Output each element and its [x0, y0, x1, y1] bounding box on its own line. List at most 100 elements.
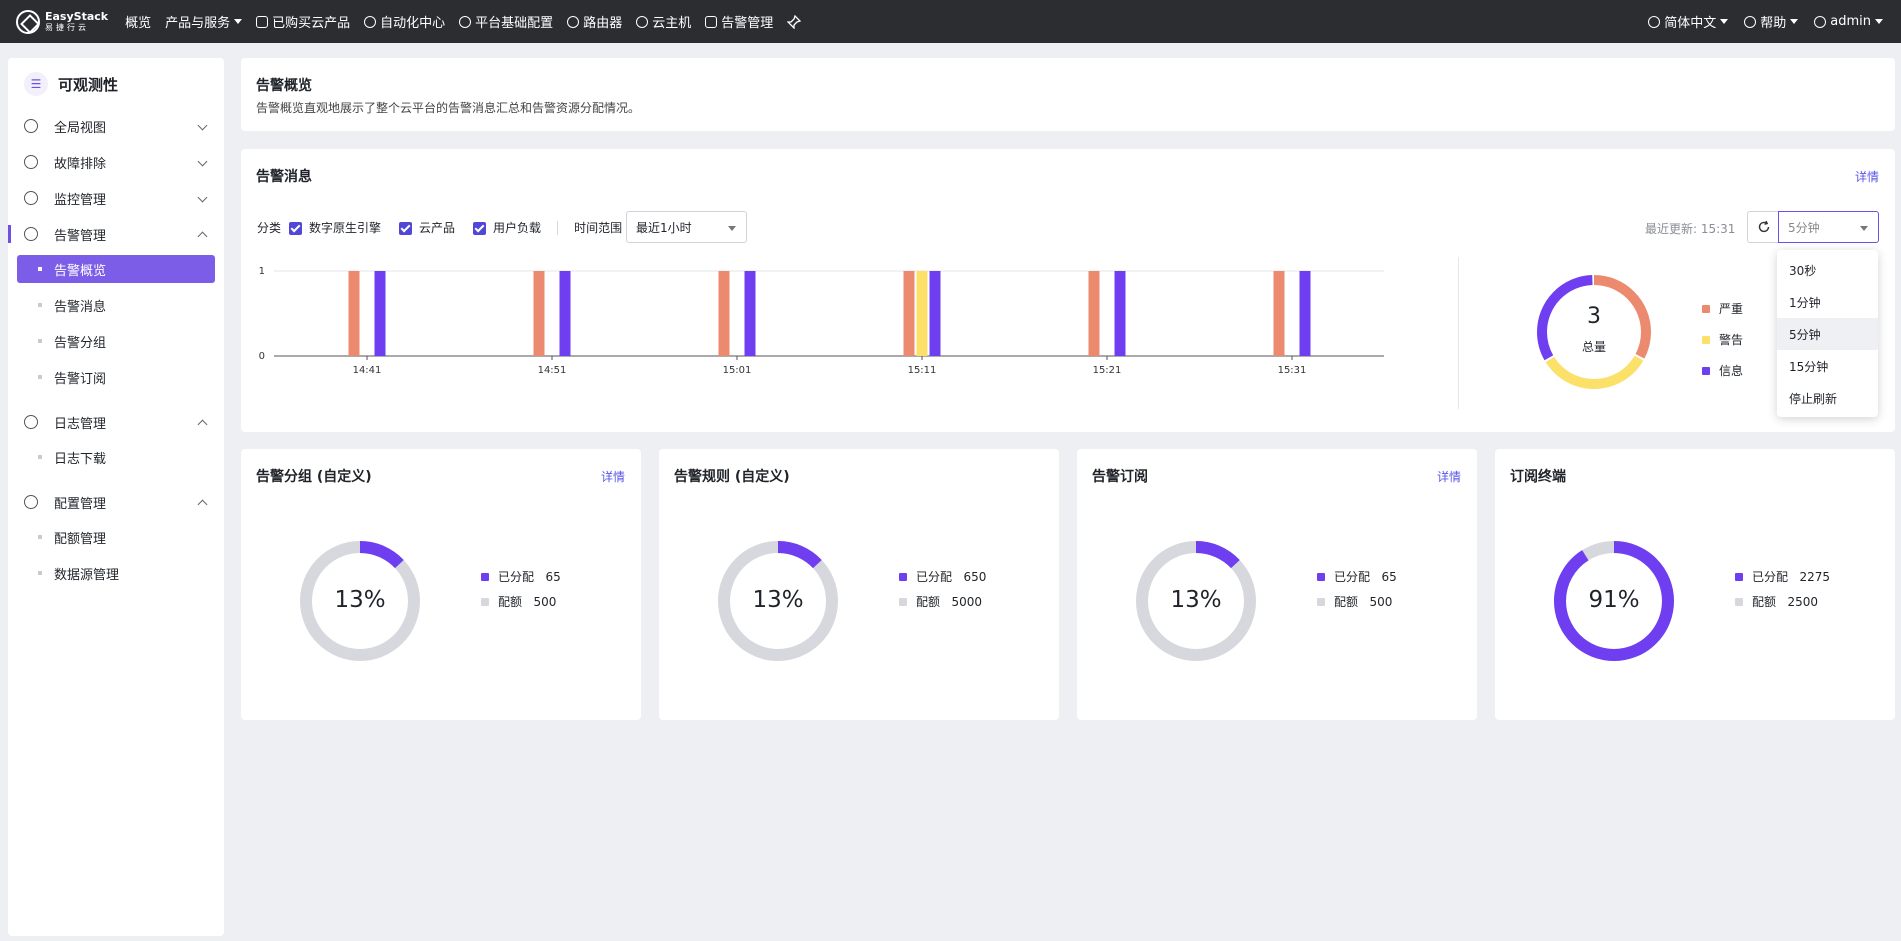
- sidebar-title: ☰ 可观测性: [24, 72, 118, 96]
- quota-card-subscription-endpoints: 订阅终端 91% 已分配 2275 配额 2500: [1495, 449, 1895, 720]
- sidebar-item-alert-overview[interactable]: 告警概览: [17, 255, 215, 283]
- nav-products-services[interactable]: 产品与服务: [165, 12, 243, 31]
- nav-cloud-host[interactable]: 云主机: [636, 12, 691, 31]
- checkbox-user-load[interactable]: 用户负载: [473, 219, 541, 236]
- bar-15:21-严重[interactable]: [1088, 271, 1100, 356]
- quota-card-title: 告警分组 (自定义): [256, 469, 372, 485]
- legend-warning: 警告: [1702, 325, 1743, 356]
- bar-15:01-信息[interactable]: [744, 271, 756, 356]
- refresh-option-5m[interactable]: 5分钟: [1777, 318, 1878, 350]
- bar-15:01-严重[interactable]: [718, 271, 730, 356]
- bar-15:31-信息[interactable]: [1299, 271, 1311, 356]
- legend-quota: 配额 500: [481, 590, 561, 615]
- refresh-icon: [1758, 220, 1769, 233]
- menu-collapse-icon[interactable]: ☰: [24, 72, 48, 96]
- quota-card-title: 订阅终端: [1510, 469, 1566, 485]
- bar-15:31-严重[interactable]: [1273, 271, 1285, 356]
- page-description: 告警概览直观地展示了整个云平台的告警消息汇总和告警资源分配情况。: [256, 101, 641, 115]
- nav-overview[interactable]: 概览: [125, 12, 151, 31]
- checkbox-digital-engine[interactable]: 数字原生引擎: [289, 219, 381, 236]
- sidebar-item-alert-messages[interactable]: 告警消息: [17, 291, 215, 319]
- quota-percent: 13%: [752, 587, 804, 613]
- quota-card-title: 告警规则 (自定义): [674, 469, 790, 485]
- legend-quota: 配额 2500: [1735, 590, 1830, 615]
- refresh-option-15m[interactable]: 15分钟: [1777, 350, 1878, 382]
- refresh-option-1m[interactable]: 1分钟: [1777, 286, 1878, 318]
- nav-purchased-products[interactable]: 已购买云产品: [256, 12, 350, 31]
- language-selector[interactable]: 简体中文: [1648, 12, 1729, 31]
- quota-percent: 13%: [1170, 587, 1222, 613]
- bar-14:41-信息[interactable]: [374, 271, 386, 356]
- quota-legend: 已分配 65 配额 500: [1317, 565, 1397, 615]
- sidebar-item-alert-groups[interactable]: 告警分组: [17, 327, 215, 355]
- chart-divider: [1458, 257, 1459, 409]
- sidebar-item-log-download[interactable]: 日志下载: [17, 443, 215, 471]
- user-menu[interactable]: admin: [1814, 14, 1883, 29]
- bar-15:21-信息[interactable]: [1114, 271, 1126, 356]
- refresh-option-stop[interactable]: 停止刷新: [1777, 382, 1878, 414]
- bar-15:11-警告[interactable]: [916, 271, 928, 356]
- refresh-option-30s[interactable]: 30秒: [1777, 254, 1878, 286]
- chevron-up-icon: [197, 499, 208, 510]
- sidebar-item-log-management[interactable]: 日志管理: [8, 407, 224, 437]
- y-tick-label: 1: [259, 266, 265, 277]
- brand-logo[interactable]: EasyStack 易捷行云: [16, 9, 108, 34]
- bar-14:51-严重[interactable]: [533, 271, 545, 356]
- sidebar-item-troubleshooting[interactable]: 故障排除: [8, 147, 224, 177]
- alarm-icon: [705, 15, 718, 28]
- sidebar-item-monitoring[interactable]: 监控管理: [8, 183, 224, 213]
- sidebar-item-quota-management[interactable]: 配额管理: [17, 523, 215, 551]
- nav-platform-config[interactable]: 平台基础配置: [459, 12, 553, 31]
- x-tick-label: 15:21: [1093, 365, 1122, 376]
- chevron-down-icon: [197, 156, 208, 167]
- x-tick-label: 15:01: [723, 365, 752, 376]
- quota-value: 5000: [951, 595, 983, 609]
- refresh-interval-dropdown: 30秒 1分钟 5分钟 15分钟 停止刷新: [1777, 250, 1878, 417]
- sidebar: ☰ 可观测性 全局视图 故障排除 监控管理 告警管理 告警概览 告警消息 告警分…: [8, 58, 224, 936]
- alert-messages-detail-link[interactable]: 详情: [1855, 168, 1879, 185]
- refresh-button[interactable]: [1747, 211, 1779, 243]
- sidebar-item-alert-management[interactable]: 告警管理: [8, 219, 224, 249]
- allocated-value: 65: [1381, 570, 1397, 584]
- globe-icon: [1648, 15, 1661, 28]
- alert-bar-chart: 0 1 14:41 14:51 15:01 15:11 15:21 15:31: [259, 266, 1384, 376]
- allocated-value: 650: [963, 570, 987, 584]
- bar-14:41-严重[interactable]: [348, 271, 360, 356]
- caret-down-icon: [234, 19, 243, 24]
- help-icon: [1744, 15, 1757, 28]
- sidebar-item-alert-subscriptions[interactable]: 告警订阅: [17, 363, 215, 391]
- quota-card-detail-link[interactable]: 详情: [1437, 468, 1461, 485]
- chevron-down-icon: [197, 192, 208, 203]
- sidebar-item-config-management[interactable]: 配置管理: [8, 487, 224, 517]
- gear-icon: [459, 15, 472, 28]
- legend-info: 信息: [1702, 356, 1743, 387]
- time-range-select[interactable]: 最近1小时: [626, 211, 747, 243]
- log-icon: [24, 415, 38, 429]
- caret-down-icon: [728, 226, 736, 231]
- sidebar-item-datasource-management[interactable]: 数据源管理: [17, 559, 215, 587]
- nav-router[interactable]: 路由器: [567, 12, 622, 31]
- help-menu[interactable]: 帮助: [1744, 12, 1799, 31]
- checkbox-cloud-product[interactable]: 云产品: [399, 219, 455, 236]
- quota-card-alert-groups: 告警分组 (自定义) 详情 13% 已分配 65 配额 500: [241, 449, 641, 720]
- nav-alert-management[interactable]: 告警管理: [705, 12, 773, 31]
- legend-quota: 配额 5000: [899, 590, 986, 615]
- quota-card-alert-subscriptions: 告警订阅 详情 13% 已分配 65 配额 500: [1077, 449, 1477, 720]
- quota-card-alert-rules: 告警规则 (自定义) 13% 已分配 650 配额 5000: [659, 449, 1059, 720]
- allocated-value: 2275: [1799, 570, 1831, 584]
- nav-automation[interactable]: 自动化中心: [364, 12, 445, 31]
- cloud-icon: [636, 15, 649, 28]
- refresh-interval-select[interactable]: 5分钟: [1778, 211, 1879, 243]
- bar-15:11-信息[interactable]: [929, 271, 941, 356]
- legend-allocated: 已分配 65: [1317, 565, 1397, 590]
- checkbox-checked-icon: [399, 222, 413, 235]
- bar-14:51-信息[interactable]: [559, 271, 571, 356]
- quota-card-detail-link[interactable]: 详情: [601, 468, 625, 485]
- pin-button[interactable]: [787, 14, 802, 29]
- brand-subtitle: 易捷行云: [45, 22, 89, 32]
- sidebar-item-global-view[interactable]: 全局视图: [8, 111, 224, 141]
- legend-allocated: 已分配 65: [481, 565, 561, 590]
- automation-icon: [364, 15, 377, 28]
- bar-15:11-严重[interactable]: [903, 271, 915, 356]
- quota-card-title: 告警订阅: [1092, 469, 1148, 485]
